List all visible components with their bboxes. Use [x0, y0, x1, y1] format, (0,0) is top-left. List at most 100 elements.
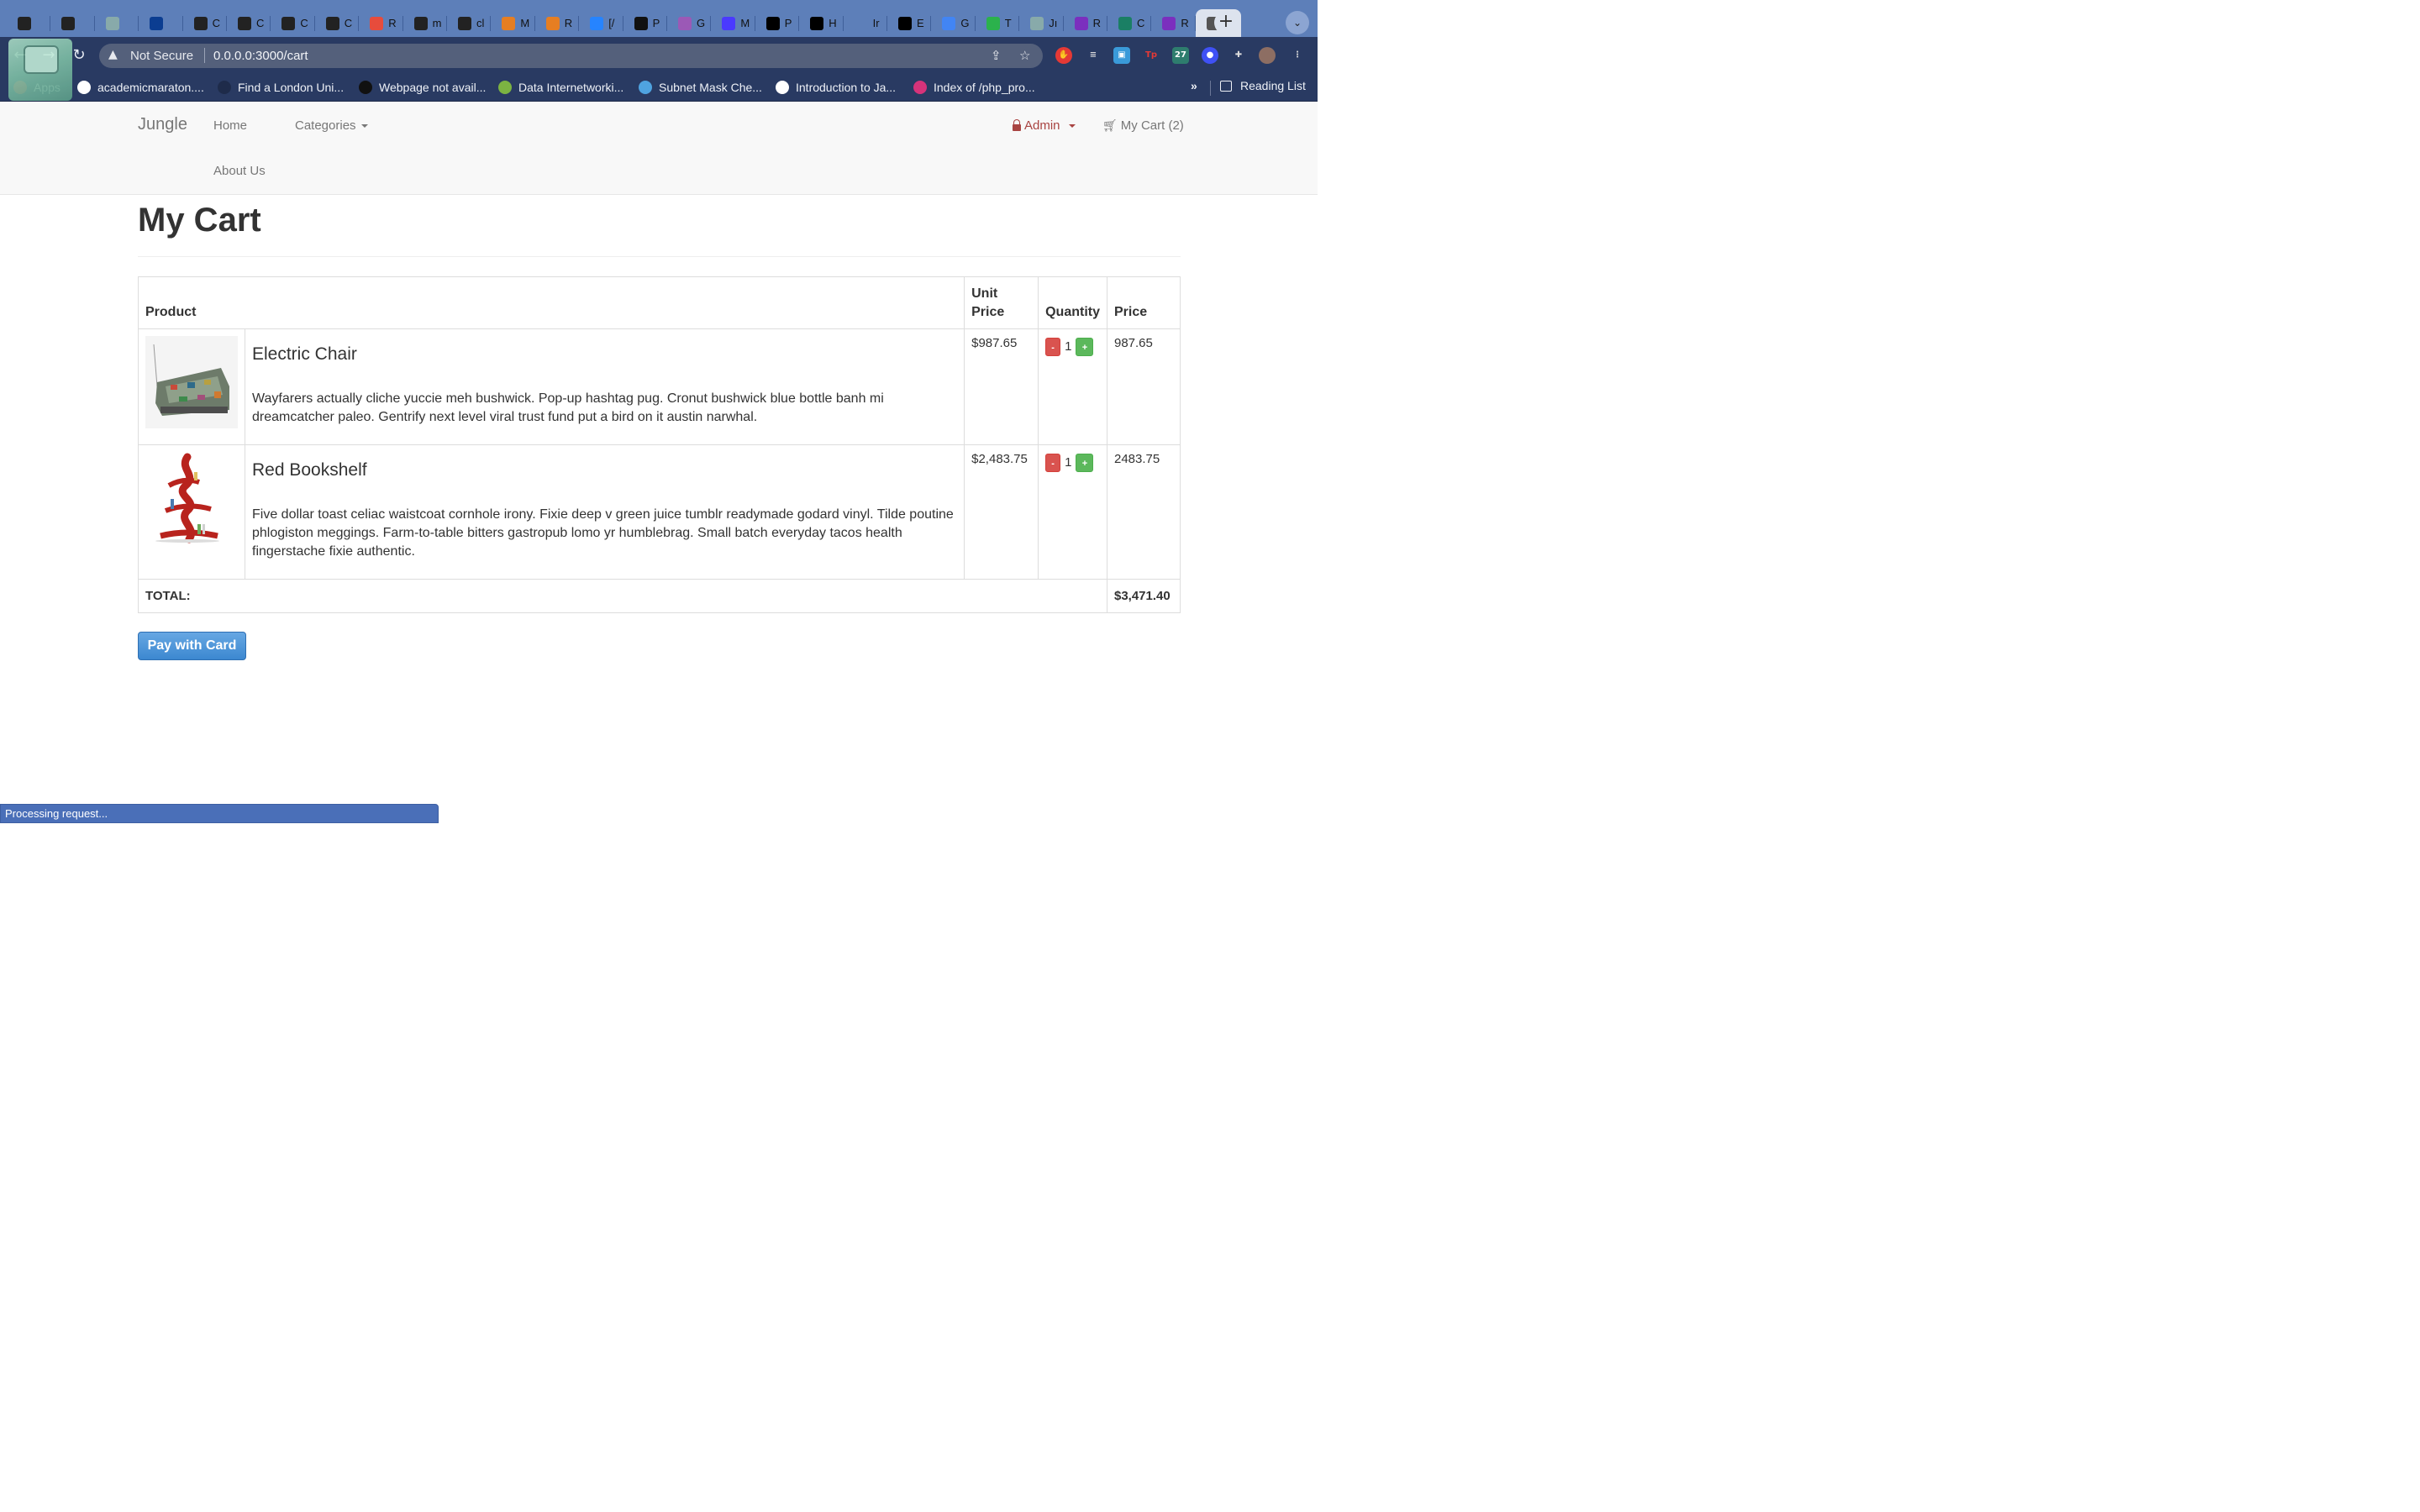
- browser-tab-title: R: [564, 17, 573, 29]
- nav-about[interactable]: About Us: [213, 164, 266, 178]
- browser-tab[interactable]: R: [1151, 9, 1196, 37]
- chrome-ext-icon: [1162, 16, 1176, 30]
- bookmark-item[interactable]: academicmaraton....: [77, 78, 204, 97]
- calendar-extension-icon[interactable]: 27: [1172, 47, 1189, 64]
- bookmark-item[interactable]: Find a London Uni...: [218, 78, 344, 97]
- shopping-cart-icon: 🛒︎: [1102, 118, 1118, 133]
- browser-tab-title: Ir: [872, 17, 880, 29]
- browser-tab[interactable]: [7, 9, 51, 37]
- browser-tab[interactable]: T: [976, 9, 1020, 37]
- bookmark-item[interactable]: Data Internetworki...: [498, 78, 623, 97]
- quantity-stepper: - 1 +: [1045, 336, 1100, 356]
- title-divider: [138, 256, 1181, 257]
- plus-circle-icon: [193, 16, 208, 30]
- browser-tab[interactable]: C: [183, 9, 227, 37]
- browser-tab[interactable]: Jı: [1019, 9, 1064, 37]
- bookmark-item[interactable]: Webpage not avail...: [359, 78, 486, 97]
- browser-tab[interactable]: cl: [447, 9, 492, 37]
- total-label: TOTAL:: [138, 579, 1107, 613]
- cart-table: Product Unit Price Quantity Price Electr…: [137, 276, 1181, 613]
- brand-link[interactable]: Jungle: [138, 115, 187, 134]
- adblock-extension-icon[interactable]: ✋: [1055, 47, 1072, 64]
- warning-icon[interactable]: ▲: [108, 48, 118, 61]
- reading-list-button[interactable]: Reading List: [1220, 79, 1306, 92]
- red-bookshelf-image[interactable]: [145, 452, 238, 544]
- quantity-stepper: - 1 +: [1045, 452, 1100, 472]
- header-product: Product: [137, 276, 965, 329]
- increase-quantity-button[interactable]: +: [1076, 338, 1094, 356]
- browser-tab[interactable]: [50, 9, 95, 37]
- browser-tab[interactable]: M: [491, 9, 535, 37]
- tp-extension-icon[interactable]: Tp: [1143, 47, 1160, 64]
- product-name[interactable]: Red Bookshelf: [252, 460, 957, 480]
- browser-tab[interactable]: C: [315, 9, 360, 37]
- browser-tab-title: P: [784, 17, 792, 29]
- chrome-menu-icon[interactable]: ⋮: [1289, 47, 1306, 64]
- browser-tab[interactable]: [139, 9, 183, 37]
- browser-tab[interactable]: E: [887, 9, 932, 37]
- browser-tab[interactable]: G: [667, 9, 712, 37]
- browser-tab-title: R: [388, 17, 397, 29]
- bookmark-label: Data Internetworki...: [518, 81, 624, 94]
- electric-chair-image[interactable]: [145, 336, 238, 428]
- decrease-quantity-button[interactable]: -: [1045, 454, 1061, 472]
- profile-picture-overlay: [8, 39, 72, 101]
- product-info-cell: Electric Chair Wayfarers actually cliche…: [244, 328, 965, 445]
- header-price: Price: [1106, 276, 1181, 329]
- increase-quantity-button[interactable]: +: [1076, 454, 1094, 472]
- product-name[interactable]: Electric Chair: [252, 344, 957, 365]
- my-cart-link[interactable]: 🛒︎ My Cart (2): [1102, 118, 1184, 133]
- browser-tab[interactable]: [/: [579, 9, 623, 37]
- pin-icon: [678, 16, 692, 30]
- circle-extension-icon[interactable]: ●: [1202, 47, 1218, 64]
- browser-tab[interactable]: C: [271, 9, 315, 37]
- browser-tab-title: cl: [476, 17, 485, 29]
- status-bar: Processing request...: [0, 804, 439, 823]
- puzzle-extensions-icon[interactable]: ✚: [1230, 47, 1247, 64]
- pay-with-card-button[interactable]: Pay with Card: [138, 632, 246, 660]
- bookmark-favicon-icon: [776, 81, 789, 94]
- admin-label: Admin: [1024, 118, 1060, 133]
- share-icon[interactable]: ⇪: [991, 48, 1002, 63]
- tab-search-button[interactable]: ⌄: [1286, 11, 1309, 34]
- nav-categories-label: Categories: [295, 118, 356, 133]
- browser-tab[interactable]: R: [535, 9, 580, 37]
- browser-tab[interactable]: R: [359, 9, 403, 37]
- browser-tab[interactable]: M: [711, 9, 755, 37]
- browser-tab[interactable]: [95, 9, 139, 37]
- browser-tab[interactable]: C: [227, 9, 271, 37]
- my-cart-label: My Cart (2): [1120, 118, 1184, 133]
- browser-tab-title: C: [344, 17, 353, 29]
- bookmark-star-icon[interactable]: ☆: [1019, 48, 1030, 63]
- nav-categories-dropdown[interactable]: Categories: [295, 118, 368, 133]
- price-cell: 2483.75: [1106, 444, 1181, 580]
- plus-circle-icon: [281, 16, 296, 30]
- bookmark-item[interactable]: Introduction to Ja...: [776, 78, 896, 97]
- browser-tab[interactable]: P: [755, 9, 800, 37]
- browser-tab[interactable]: R: [1064, 9, 1107, 37]
- browser-tab[interactable]: P: [623, 9, 667, 37]
- bars-icon: [502, 16, 516, 30]
- browser-tab[interactable]: G: [931, 9, 976, 37]
- list-extension-icon[interactable]: ≡: [1085, 47, 1102, 64]
- admin-dropdown[interactable]: Admin: [1013, 118, 1076, 133]
- bookmarks-overflow-button[interactable]: »: [1191, 79, 1197, 92]
- bookmark-item[interactable]: Subnet Mask Che...: [639, 78, 762, 97]
- browser-tab-strip: CCCCRmclMR[/PGMPHIrEGTJıRCR✕: [0, 0, 1318, 37]
- browser-tab[interactable]: m: [403, 9, 447, 37]
- browser-tab[interactable]: C: [1107, 9, 1152, 37]
- browser-tab-title: G: [697, 17, 706, 29]
- decrease-quantity-button[interactable]: -: [1045, 338, 1061, 356]
- cart-row: Red Bookshelf Five dollar toast celiac w…: [138, 444, 1181, 580]
- profile-avatar[interactable]: [1259, 47, 1276, 64]
- security-label[interactable]: Not Secure: [130, 49, 193, 63]
- new-tab-button[interactable]: +: [1214, 11, 1238, 34]
- bookmark-item[interactable]: Index of /php_pro...: [913, 78, 1035, 97]
- reader-extension-icon[interactable]: ▣: [1113, 47, 1130, 64]
- browser-tab[interactable]: Ir: [844, 9, 887, 37]
- wix-icon: [634, 16, 648, 30]
- nav-home[interactable]: Home: [213, 118, 247, 133]
- reading-list-icon: [1220, 80, 1232, 92]
- url-text[interactable]: 0.0.0.0:3000/cart: [213, 49, 308, 63]
- browser-tab[interactable]: H: [799, 9, 844, 37]
